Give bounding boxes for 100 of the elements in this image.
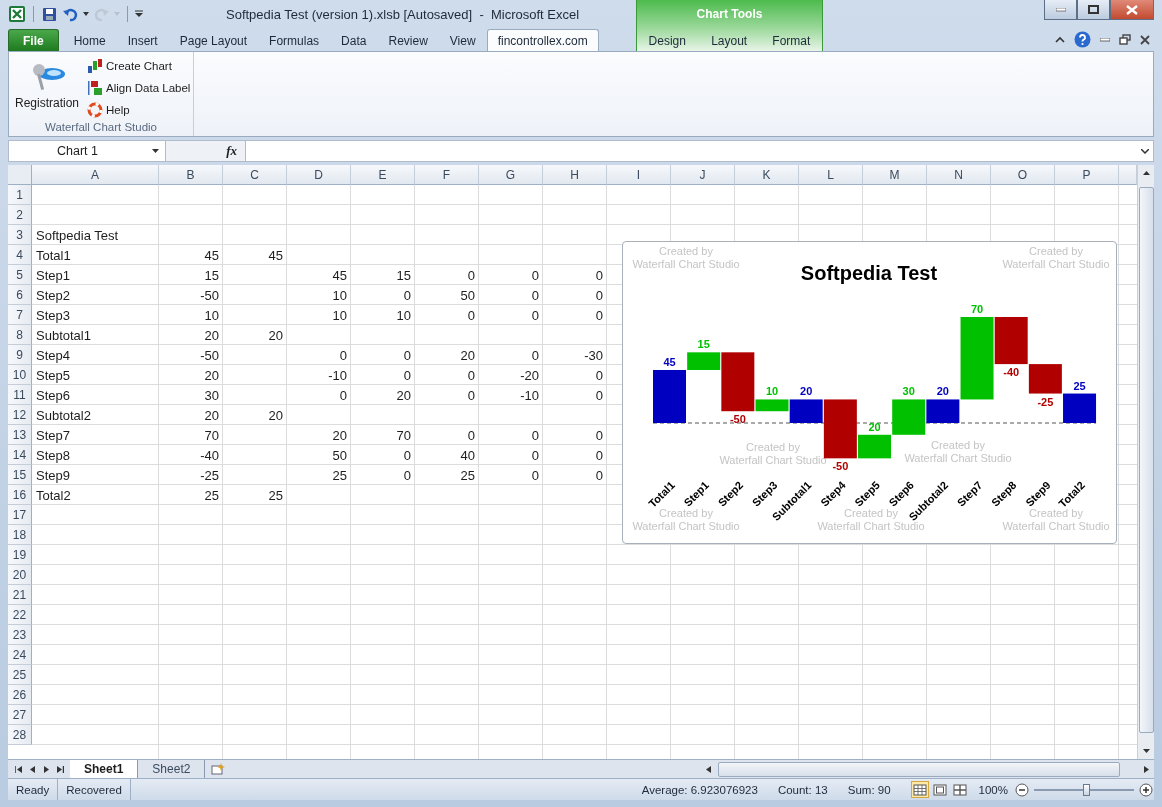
column-header[interactable]: M [863,165,927,185]
ribbon-tab[interactable]: Home [62,29,117,51]
restore-icon[interactable] [1119,34,1131,45]
column-header[interactable]: C [223,165,287,185]
previous-sheet-icon[interactable] [29,765,35,773]
row-header[interactable]: 26 [8,685,32,705]
column-header[interactable]: L [799,165,863,185]
table-cell: 20 [460,347,475,363]
ribbon-tab[interactable]: Review [377,29,439,51]
column-header[interactable]: P [1055,165,1119,185]
row-header[interactable]: 18 [8,525,32,545]
table-cell: 50 [460,287,475,303]
maximize-button[interactable] [1077,0,1110,20]
save-icon[interactable] [41,5,58,23]
horizontal-scrollbar-thumb[interactable] [718,761,1120,777]
row-header[interactable]: 23 [8,625,32,645]
row-header[interactable]: 27 [8,705,32,725]
first-sheet-icon[interactable] [14,765,22,773]
row-header[interactable]: 22 [8,605,32,625]
column-header[interactable]: H [543,165,607,185]
row-header[interactable]: 7 [8,305,32,325]
row-header[interactable]: 4 [8,245,32,265]
page-break-view-button[interactable] [950,781,969,798]
status-text: Recovered [66,783,122,796]
page-layout-view-button[interactable] [930,781,949,798]
close-icon[interactable] [1140,34,1150,45]
column-header[interactable]: B [159,165,223,185]
row-header[interactable]: 5 [8,265,32,285]
zoom-out-icon[interactable] [1015,782,1029,797]
normal-view-button[interactable] [910,781,929,798]
scroll-up-icon[interactable] [1142,171,1150,175]
row-header[interactable]: 21 [8,585,32,605]
customize-caret-icon[interactable] [135,10,143,18]
column-header[interactable]: D [287,165,351,185]
row-header[interactable]: 24 [8,645,32,665]
row-header[interactable]: 28 [8,725,32,745]
column-header[interactable]: J [671,165,735,185]
row-header[interactable]: 10 [8,365,32,385]
sheet-tab[interactable]: Sheet1 [70,760,139,778]
table-cell: -25 [200,467,219,483]
column-header[interactable]: G [479,165,543,185]
help-icon[interactable] [1074,31,1091,48]
ribbon-tab[interactable]: Insert [116,29,169,51]
chart-area[interactable] [622,241,1117,544]
scroll-left-icon[interactable] [705,765,711,773]
row-header[interactable]: 25 [8,665,32,685]
column-header[interactable]: F [415,165,479,185]
ribbon-tab[interactable]: fincontrollex.com [486,29,599,51]
row-header[interactable]: 17 [8,505,32,525]
caret-icon[interactable] [83,12,89,16]
vertical-scrollbar-thumb[interactable] [1138,187,1154,733]
row-header[interactable]: 16 [8,485,32,505]
column-header[interactable]: I [607,165,671,185]
row-header[interactable]: 11 [8,385,32,405]
table-cell: Step5 [36,367,70,383]
table-cell: 0 [531,287,539,303]
ribbon-tab[interactable]: View [438,29,487,51]
column-header[interactable]: O [991,165,1055,185]
row-header[interactable]: 3 [8,225,32,245]
column-header[interactable]: E [351,165,415,185]
ribbon-button[interactable]: Create Chart [87,56,191,76]
ribbon-button[interactable]: Help [87,100,191,120]
ribbon-button[interactable]: Align Data Label [87,78,191,98]
minimize-button[interactable] [1044,0,1077,20]
collapse-ribbon-icon[interactable] [1055,36,1065,43]
table-cell: 0 [403,447,411,463]
column-header[interactable]: A [32,165,159,185]
ribbon-tab[interactable]: Data [330,29,378,51]
scroll-right-icon[interactable] [1143,765,1149,773]
minimize-icon[interactable] [1100,37,1110,42]
last-sheet-icon[interactable] [56,765,64,773]
spreadsheet-app-icon[interactable] [8,5,26,23]
row-header[interactable]: 12 [8,405,32,425]
ribbon-tab[interactable]: Format [761,29,822,51]
zoom-in-icon[interactable] [1139,782,1153,797]
table-cell: 0 [531,467,539,483]
next-sheet-icon[interactable] [43,765,49,773]
column-header[interactable]: N [927,165,991,185]
row-header[interactable]: 9 [8,345,32,365]
row-header[interactable]: 2 [8,205,32,225]
close-button[interactable] [1110,0,1154,20]
row-header[interactable]: 15 [8,465,32,485]
row-header[interactable]: 20 [8,565,32,585]
registration-button[interactable]: Registration [13,56,82,112]
ribbon-tab[interactable]: Formulas [258,29,331,51]
zoom-slider-thumb[interactable] [1083,783,1090,796]
ribbon-tab[interactable]: Layout [700,29,759,51]
ribbon-tab[interactable]: File [8,29,59,51]
ribbon-tab[interactable]: Design [637,29,697,51]
row-header[interactable]: 1 [8,185,32,205]
column-header[interactable]: K [735,165,799,185]
row-header[interactable]: 6 [8,285,32,305]
row-header[interactable]: 19 [8,545,32,565]
zoom-level[interactable]: 100% [972,783,1014,796]
row-header[interactable]: 8 [8,325,32,345]
scroll-down-icon[interactable] [1142,749,1150,753]
row-header[interactable]: 14 [8,445,32,465]
row-header[interactable]: 13 [8,425,32,445]
ribbon-tab[interactable]: Page Layout [168,29,259,51]
table-cell: -30 [584,347,603,363]
